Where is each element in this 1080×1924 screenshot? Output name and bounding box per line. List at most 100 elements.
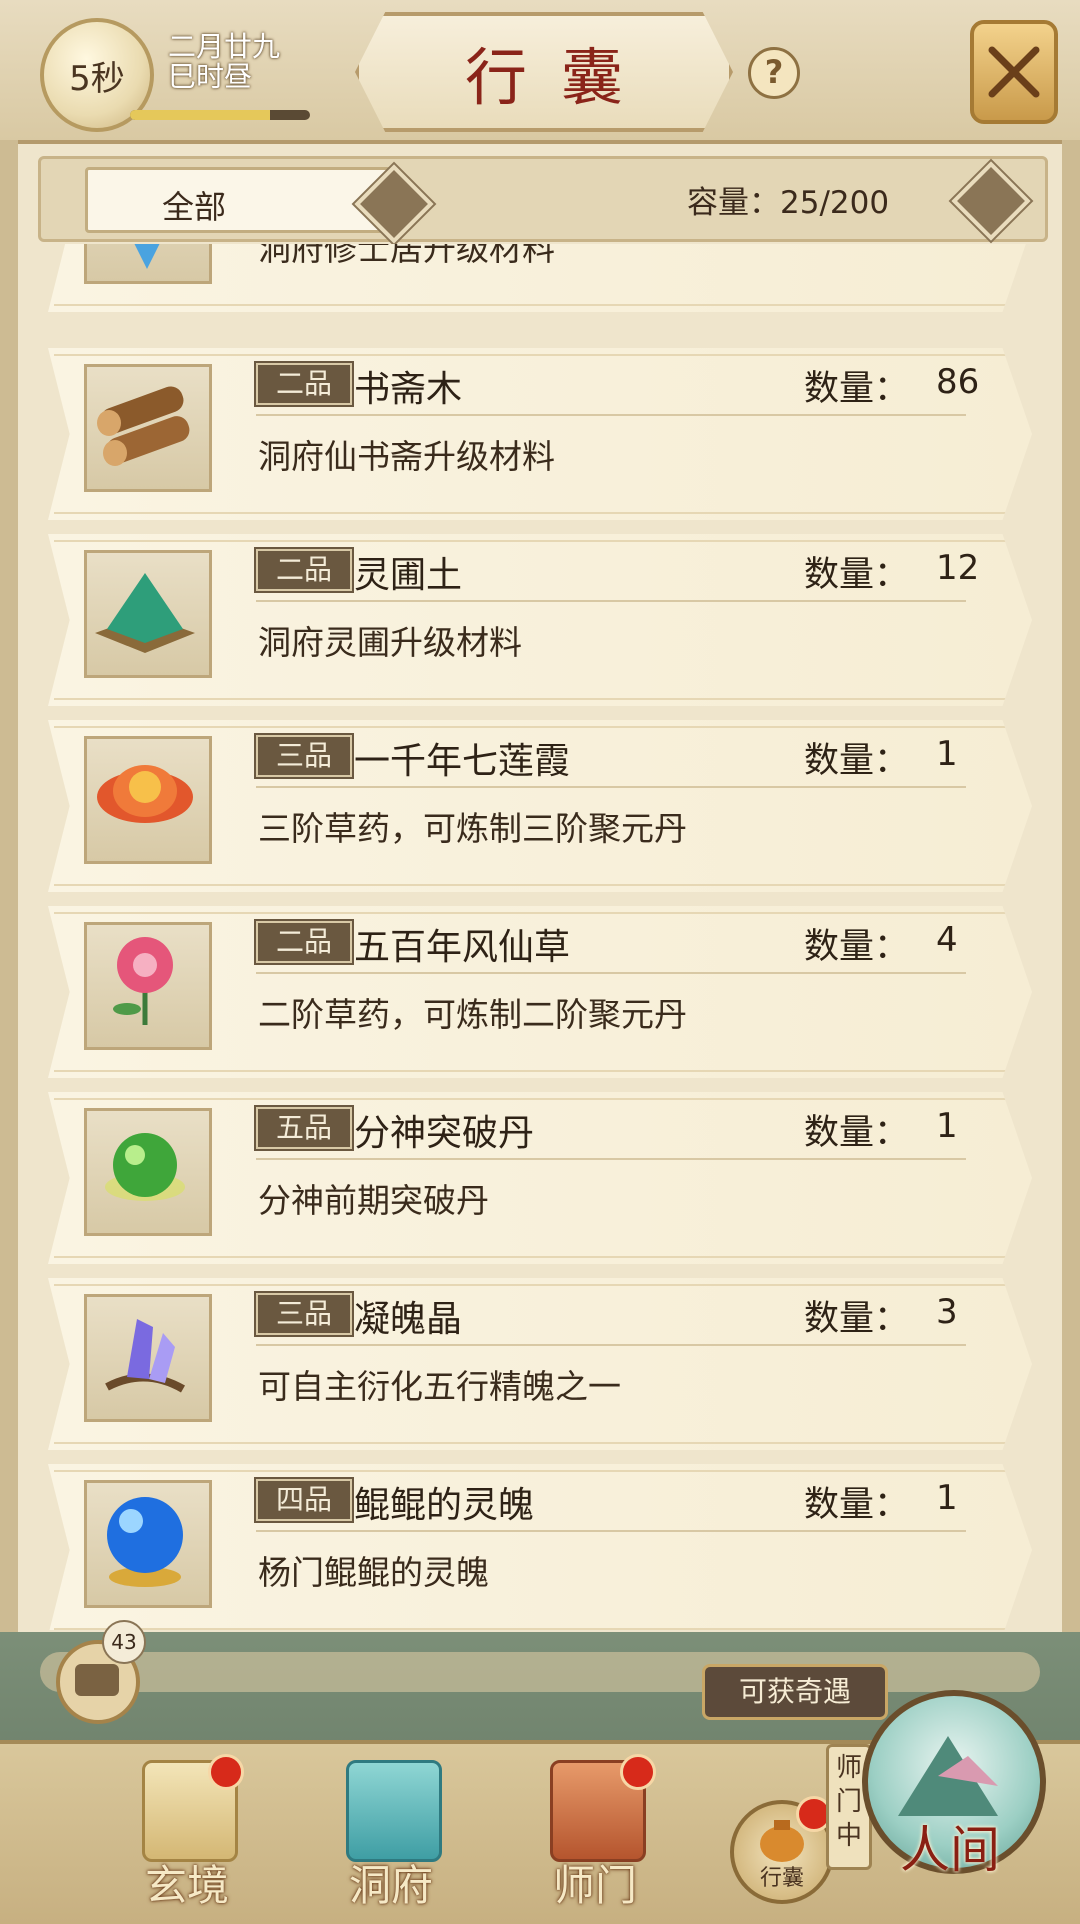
dropdown-arrow-icon <box>354 164 434 244</box>
quantity-label: 数量： <box>804 1299 910 1339</box>
nav-xuanjing[interactable]: 玄境 <box>122 1754 252 1910</box>
grade-badge: 二品 <box>254 919 354 965</box>
green-soil-icon <box>95 573 195 653</box>
quantity-label: 数量： <box>804 369 910 409</box>
bottom-rail <box>40 1652 1040 1692</box>
list-item[interactable]: 二品 灵圃土 数量： 12 洞府灵圃升级材料 <box>48 534 1032 706</box>
world-label: 人间 <box>900 1821 1000 1879</box>
quantity-label: 数量： <box>804 1113 910 1153</box>
grade-badge: 五品 <box>254 1105 354 1151</box>
list-item[interactable]: 三品 凝魄晶 数量： 3 可自主衍化五行精魄之一 <box>48 1278 1032 1450</box>
item-icon-frame <box>84 244 212 284</box>
item-name: 灵圃土 <box>354 555 463 596</box>
item-description: 可自主衍化五行精魄之一 <box>258 1367 621 1406</box>
quantity-label: 数量： <box>804 1485 910 1525</box>
wood-logs-icon <box>97 386 190 466</box>
grade-badge: 二品 <box>254 547 354 593</box>
item-description: 洞府修士居升级材料 <box>258 244 555 268</box>
expand-capacity-button[interactable] <box>951 161 1031 241</box>
time-progress-fill <box>130 110 271 120</box>
divider <box>256 1344 966 1346</box>
item-description: 杨门鲲鲲的灵魄 <box>258 1553 489 1592</box>
item-name: 书斋木 <box>354 369 463 410</box>
quantity-value: 12 <box>936 548 980 588</box>
divider <box>256 972 966 974</box>
quantity-value: 3 <box>936 1292 958 1332</box>
nav-label: 玄境 <box>144 1861 229 1910</box>
nav-label: 师门 <box>552 1861 637 1910</box>
quantity-value: 86 <box>936 362 980 402</box>
close-button[interactable] <box>970 20 1058 124</box>
list-item[interactable]: 洞府修士居升级材料 <box>48 244 1032 312</box>
page-title: 行囊 <box>464 41 657 114</box>
item-name: 五百年风仙草 <box>354 927 571 968</box>
category-selected: 全部 <box>162 188 227 226</box>
item-name: 分神突破丹 <box>354 1113 535 1154</box>
event-tag[interactable]: 可获奇遇 <box>702 1664 888 1720</box>
page-title-plate: 行囊 <box>355 12 733 132</box>
question-icon: ? <box>764 53 784 91</box>
notification-dot <box>208 1754 244 1790</box>
quantity-value: 4 <box>936 920 958 960</box>
item-description: 三阶草药，可炼制三阶聚元丹 <box>258 809 687 848</box>
item-name: 鲲鲲的灵魄 <box>354 1485 535 1526</box>
quantity-label: 数量： <box>804 927 910 967</box>
item-description: 分神前期突破丹 <box>258 1181 489 1220</box>
green-pill-icon <box>105 1133 185 1201</box>
left-frame <box>0 140 18 1890</box>
filter-bar: 全部 容量：25/200 <box>38 156 1048 244</box>
list-item[interactable]: 五品 分神突破丹 数量： 1 分神前期突破丹 <box>48 1092 1032 1264</box>
item-icon-frame <box>84 1108 212 1236</box>
pink-flower-icon <box>113 937 173 1025</box>
divider <box>256 1530 966 1532</box>
time-progress-bar <box>130 110 310 120</box>
divider <box>256 1158 966 1160</box>
grade-badge: 四品 <box>254 1477 354 1523</box>
divider <box>256 414 966 416</box>
grade-badge: 三品 <box>254 733 354 779</box>
item-description: 洞府仙书斋升级材料 <box>258 437 555 476</box>
capacity-text: 容量：25/200 <box>687 185 890 221</box>
item-description: 洞府灵圃升级材料 <box>258 623 522 662</box>
item-icon-frame <box>84 550 212 678</box>
time-of-day: 巳时昼 <box>168 60 253 93</box>
grade-badge: 二品 <box>254 361 354 407</box>
item-description: 二阶草药，可炼制二阶聚元丹 <box>258 995 687 1034</box>
nav-shimen[interactable]: 师门 <box>530 1754 660 1910</box>
item-icon-frame <box>84 922 212 1050</box>
nav-dongfu[interactable]: 洞府 <box>326 1760 456 1910</box>
help-button[interactable]: ? <box>748 47 800 99</box>
divider <box>256 786 966 788</box>
item-icon-frame <box>84 1480 212 1608</box>
close-icon <box>988 46 1040 98</box>
chat-count-badge: 43 <box>102 1620 146 1664</box>
blue-orb-icon <box>107 1497 183 1587</box>
quantity-value: 1 <box>936 1106 958 1146</box>
item-icon-frame <box>84 1294 212 1422</box>
top-header: 5秒 二月廿九 巳时昼 行囊 ? <box>0 0 1080 144</box>
timer-text: 5秒 <box>69 58 125 99</box>
item-icon-frame <box>84 364 212 492</box>
item-name: 凝魄晶 <box>354 1299 463 1340</box>
item-list[interactable]: 洞府修士居升级材料 二品 书斋木 数量： 86 洞府仙书斋升级材料 二品 灵圃土… <box>28 244 1052 1630</box>
lunar-date: 二月廿九 <box>168 30 281 63</box>
list-item[interactable]: 二品 五百年风仙草 数量： 4 二阶草药，可炼制二阶聚元丹 <box>48 906 1032 1078</box>
quantity-label: 数量： <box>804 555 910 595</box>
category-dropdown[interactable]: 全部 <box>85 164 434 244</box>
blue-crystal-icon <box>127 244 162 269</box>
nav-label: 行囊 <box>759 1866 804 1891</box>
orange-lotus-icon <box>97 765 193 823</box>
purple-crystal-icon <box>105 1319 186 1393</box>
item-name: 一千年七莲霞 <box>354 741 571 782</box>
pavilion-icon <box>346 1760 442 1862</box>
nav-bag[interactable]: 行囊 <box>730 1796 834 1904</box>
list-item[interactable]: 二品 书斋木 数量： 86 洞府仙书斋升级材料 <box>48 348 1032 520</box>
nav-label: 洞府 <box>348 1861 433 1910</box>
quantity-label: 数量： <box>804 741 910 781</box>
item-icon-frame <box>84 736 212 864</box>
quantity-value: 1 <box>936 1478 958 1518</box>
list-item[interactable]: 四品 鲲鲲的灵魄 数量： 1 杨门鲲鲲的灵魄 <box>48 1464 1032 1630</box>
list-item[interactable]: 三品 一千年七莲霞 数量： 1 三阶草药，可炼制三阶聚元丹 <box>48 720 1032 892</box>
chat-icon <box>75 1664 119 1696</box>
notification-dot <box>620 1754 656 1790</box>
